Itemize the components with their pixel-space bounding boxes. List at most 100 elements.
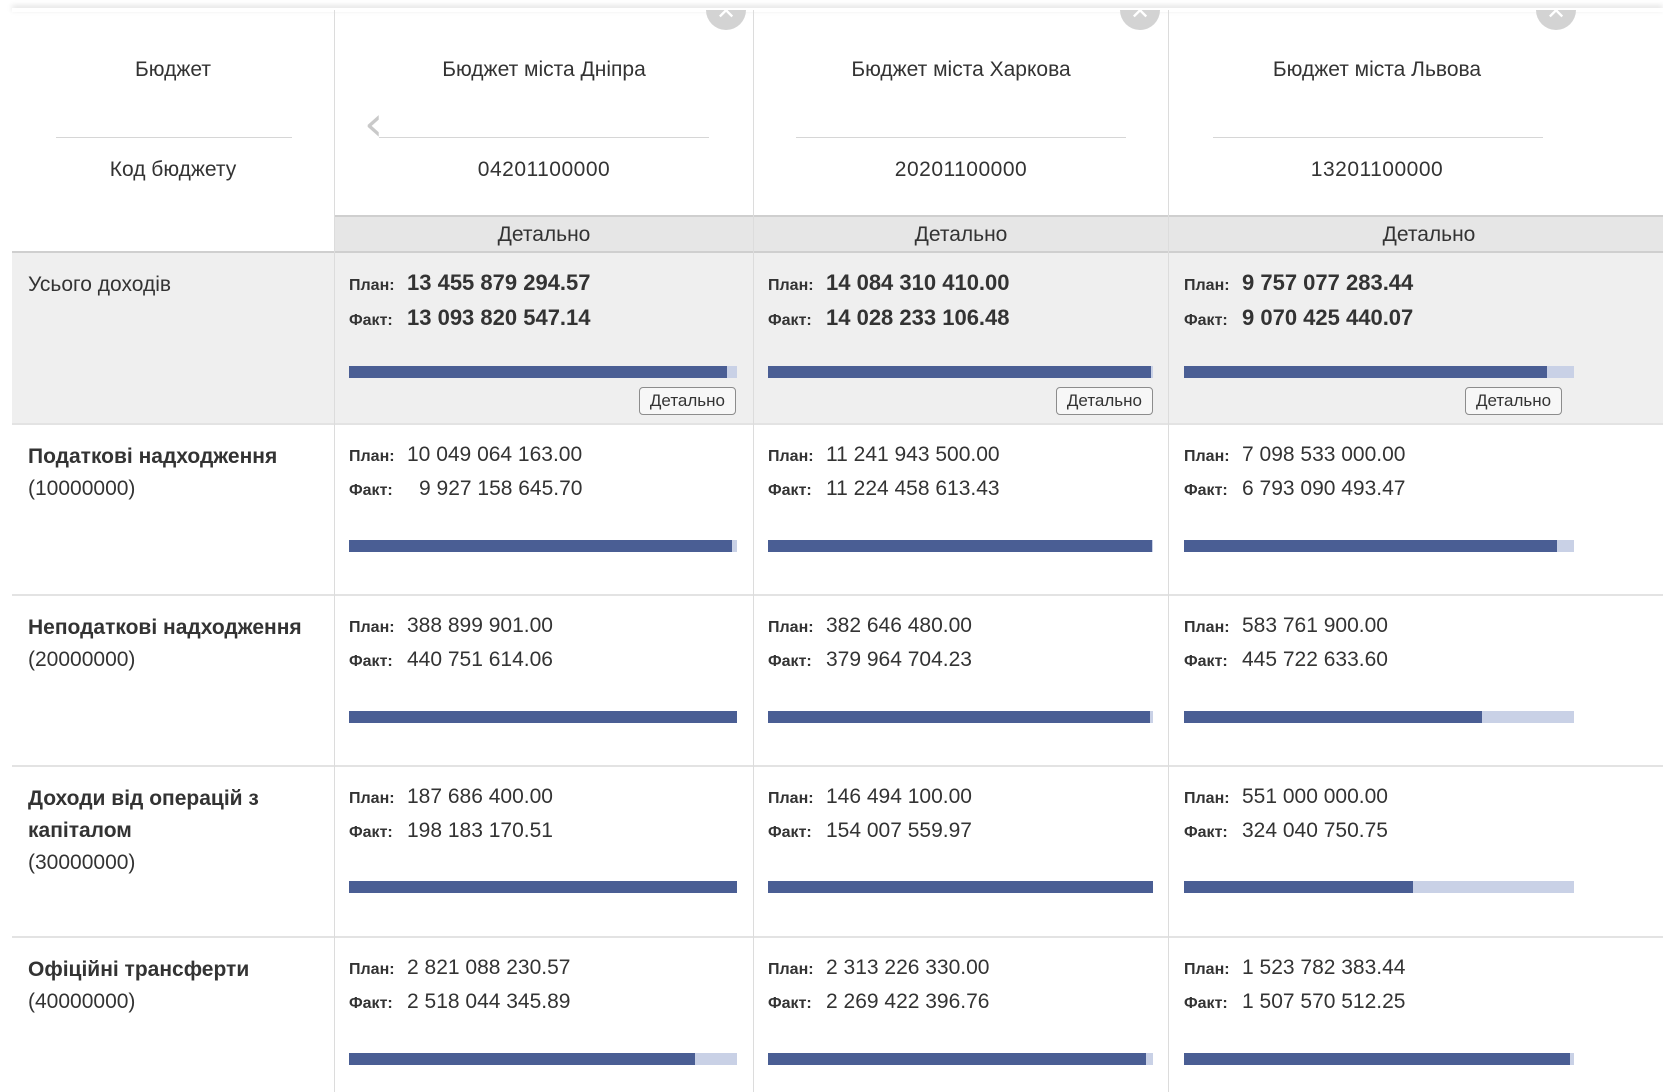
- plan-label: План:: [349, 277, 395, 294]
- column-divider: [753, 10, 754, 1092]
- plan-value: 388 899 901.00: [407, 614, 553, 637]
- detail-button[interactable]: Детально: [638, 387, 736, 415]
- column-title: Бюджет міста Харкова: [851, 58, 1071, 81]
- plan-label: План:: [768, 961, 814, 978]
- header-divider: [56, 137, 292, 138]
- fact-label: Факт:: [1184, 482, 1228, 499]
- plan-label: План:: [1184, 448, 1230, 465]
- fact-value: 2 269 422 396.76: [826, 990, 990, 1013]
- chevron-left-icon[interactable]: ‹: [364, 98, 404, 150]
- fact-value: 1 507 570 512.25: [1242, 990, 1406, 1013]
- plan-value: 9 757 077 283.44: [1242, 270, 1414, 295]
- fact-label: Факт:: [349, 482, 393, 499]
- progress-bar: [768, 366, 1153, 378]
- fact-label: Факт:: [349, 995, 393, 1012]
- detail-button[interactable]: Детально: [1055, 387, 1153, 415]
- column-detail-button[interactable]: Детально: [335, 215, 753, 254]
- header-divider: [796, 137, 1126, 138]
- progress-bar-fill: [1184, 881, 1414, 893]
- progress-bar: [1184, 540, 1574, 552]
- row-name: Усього доходів: [28, 273, 172, 296]
- fact-value: 379 964 704.23: [826, 648, 972, 671]
- detail-button[interactable]: Детально: [1465, 387, 1563, 415]
- budget-cell: План: 146 494 100.00 Факт: 154 007 559.97: [768, 781, 972, 849]
- column-detail-button[interactable]: Детально: [754, 215, 1168, 254]
- fact-value: 6 793 090 493.47: [1242, 477, 1406, 500]
- budget-cell: План: 1 523 782 383.44 Факт: 1 507 570 512…: [1184, 952, 1406, 1020]
- plan-label: План:: [349, 790, 395, 807]
- plan-value: 10 049 064 163.00: [407, 443, 583, 466]
- progress-bar-fill: [768, 711, 1151, 723]
- budget-cell: План: 388 899 901.00 Факт: 440 751 614.06: [349, 610, 553, 678]
- plan-label: План:: [1184, 961, 1230, 978]
- progress-bar: [349, 711, 737, 723]
- plan-value: 382 646 480.00: [826, 614, 972, 637]
- budget-cell: План: 11 241 943 500.00 Факт: 11 224 458 6…: [768, 439, 1000, 507]
- progress-bar-fill: [349, 711, 737, 723]
- fact-label: Факт:: [1184, 653, 1228, 670]
- progress-bar-fill: [768, 881, 1153, 893]
- fact-value: 154 007 559.97: [826, 819, 972, 842]
- progress-bar: [349, 540, 737, 552]
- fact-value: 14 028 233 106.48: [826, 305, 1010, 330]
- plan-value: 2 313 226 330.00: [826, 956, 990, 979]
- header-divider: [1213, 137, 1543, 138]
- progress-bar: [349, 1053, 737, 1065]
- fact-label: Факт:: [768, 312, 812, 329]
- progress-bar-fill: [768, 366, 1152, 378]
- table-row: Доходи від операцій з капіталом (3000000…: [12, 767, 1663, 938]
- row-name: Офіційні трансферти: [28, 958, 250, 981]
- fact-value: 440 751 614.06: [407, 648, 553, 671]
- plan-label: План:: [768, 448, 814, 465]
- progress-bar-fill: [1184, 540, 1558, 552]
- fact-value: 2 518 044 345.89: [407, 990, 571, 1013]
- plan-value: 2 821 088 230.57: [407, 956, 571, 979]
- table-row: Неподаткові надходження (20000000) План:…: [12, 596, 1663, 767]
- fact-value: 9 927 158 645.70: [419, 477, 583, 500]
- plan-label: План:: [349, 961, 395, 978]
- progress-bar-fill: [349, 366, 727, 378]
- progress-bar-fill: [1184, 1053, 1570, 1065]
- row-name: Неподаткові надходження: [28, 616, 302, 639]
- close-icon[interactable]: ✕: [1120, 10, 1160, 30]
- fact-label: Факт:: [1184, 995, 1228, 1012]
- plan-value: 583 761 900.00: [1242, 614, 1388, 637]
- column-detail-button[interactable]: Детально: [1169, 215, 1663, 254]
- plan-label: План:: [349, 448, 395, 465]
- fact-value: 13 093 820 547.14: [407, 305, 591, 330]
- row-name: Доходи від операцій з капіталом: [28, 787, 259, 842]
- column-divider: [334, 10, 335, 1092]
- fact-label: Факт:: [1184, 312, 1228, 329]
- fact-label: Факт:: [768, 824, 812, 841]
- row-label: Доходи від операцій з капіталом (3000000…: [28, 783, 298, 879]
- budget-cell: План: 13 455 879 294.57 Факт: 13 093 820 5…: [349, 267, 591, 337]
- close-icon[interactable]: ✕: [706, 10, 746, 30]
- progress-bar: [349, 366, 737, 378]
- progress-bar-fill: [349, 881, 737, 893]
- column-title: Бюджет міста Львова: [1272, 58, 1482, 81]
- budget-cell: План: 583 761 900.00 Факт: 445 722 633.60: [1184, 610, 1388, 678]
- plan-label: План:: [1184, 619, 1230, 636]
- row-code: (20000000): [28, 648, 136, 671]
- budget-cell: План: 7 098 533 000.00 Факт: 6 793 090 493…: [1184, 439, 1406, 507]
- progress-bar: [768, 711, 1153, 723]
- row-code: (10000000): [28, 477, 136, 500]
- column-code: 04201100000: [477, 158, 611, 181]
- fact-label: Факт:: [349, 653, 393, 670]
- row-code: (30000000): [28, 851, 136, 874]
- progress-bar: [768, 1053, 1153, 1065]
- progress-bar: [768, 881, 1153, 893]
- budget-cell: План: 382 646 480.00 Факт: 379 964 704.23: [768, 610, 972, 678]
- fact-label: Факт:: [1184, 824, 1228, 841]
- budget-cell: План: 2 821 088 230.57 Факт: 2 518 044 345…: [349, 952, 571, 1020]
- plan-label: План:: [1184, 277, 1230, 294]
- plan-value: 7 098 533 000.00: [1242, 443, 1406, 466]
- progress-bar: [1184, 366, 1574, 378]
- fact-label: Факт:: [768, 995, 812, 1012]
- plan-label: План:: [768, 619, 814, 636]
- fact-value: 198 183 170.51: [407, 819, 553, 842]
- close-icon[interactable]: ✕: [1536, 10, 1576, 30]
- plan-label: План:: [1184, 790, 1230, 807]
- column-code: 13201100000: [1310, 158, 1444, 181]
- budget-cell: План: 10 049 064 163.00 Факт: 9 927 158 64…: [349, 439, 583, 507]
